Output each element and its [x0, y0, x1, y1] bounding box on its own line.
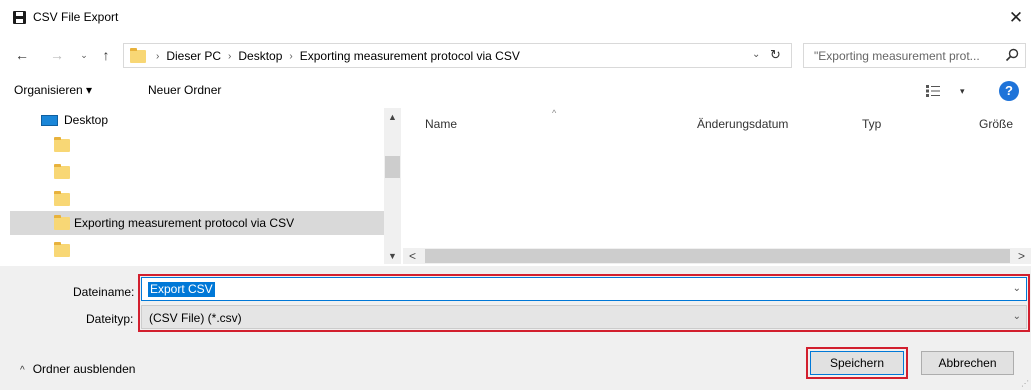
filename-label: Dateiname: [73, 285, 135, 299]
forward-arrow-icon[interactable]: → [49, 44, 65, 66]
up-arrow-icon[interactable]: ↑ [98, 44, 114, 66]
file-list-pane: ^ Name Änderungsdatum Typ Größe [403, 108, 1031, 248]
tree-item-desktop[interactable]: Desktop [10, 108, 384, 132]
scroll-thumb[interactable] [425, 249, 1010, 263]
folder-icon [54, 137, 70, 152]
breadcrumb-current-folder[interactable]: Exporting measurement protocol via CSV [300, 49, 520, 63]
column-header-name[interactable]: Name [425, 117, 457, 131]
tree-item-label: Exporting measurement protocol via CSV [74, 216, 295, 230]
scroll-thumb[interactable] [385, 156, 400, 178]
tree-item-folder[interactable] [10, 160, 384, 184]
save-options-area: Dateiname: Dateityp: Export CSV ⌄ (CSV F… [0, 266, 1031, 390]
fields-highlight-frame [138, 274, 1030, 332]
scroll-right-icon[interactable]: > [1018, 249, 1025, 263]
new-folder-button[interactable]: Neuer Ordner [148, 83, 221, 97]
scroll-down-icon[interactable]: ▼ [388, 251, 397, 261]
chevron-up-icon: ^ [20, 365, 25, 376]
breadcrumb-separator: › [156, 50, 160, 62]
tree-item-folder[interactable] [10, 238, 384, 262]
tree-item-folder[interactable] [10, 187, 384, 211]
window-title: CSV File Export [33, 10, 119, 24]
close-button[interactable]: ✕ [1001, 4, 1031, 32]
column-header-date[interactable]: Änderungsdatum [697, 117, 788, 131]
folder-icon [130, 48, 146, 63]
folder-icon [54, 215, 70, 230]
search-icon[interactable] [1005, 48, 1019, 62]
save-disk-icon [13, 11, 26, 24]
tree-item-label: Desktop [64, 113, 109, 127]
navigation-pane: Desktop Exporting measurement protocol v… [10, 108, 384, 264]
search-input[interactable]: "Exporting measurement prot... [803, 43, 1026, 68]
tree-item-folder[interactable] [10, 133, 384, 157]
column-header-type[interactable]: Typ [862, 117, 881, 131]
breadcrumb-separator: › [289, 50, 293, 62]
view-dropdown-icon[interactable]: ▾ [960, 86, 965, 97]
breadcrumb-dieser-pc[interactable]: Dieser PC [166, 49, 221, 63]
hide-folders-label: Ordner ausblenden [32, 362, 136, 376]
breadcrumb-desktop[interactable]: Desktop [238, 49, 282, 63]
sort-ascending-icon: ^ [552, 108, 557, 118]
address-bar[interactable]: › Dieser PC › Desktop › Exporting measur… [123, 43, 792, 68]
command-toolbar: Organisieren ▾ Neuer Ordner ▾ ? [0, 77, 1031, 105]
file-list-horizontal-scrollbar[interactable]: < > [403, 248, 1031, 264]
chevron-down-icon[interactable]: ⌄ [752, 49, 760, 60]
tree-vertical-scrollbar[interactable]: ▲ ▼ [384, 108, 401, 264]
refresh-icon[interactable]: ↻ [770, 47, 781, 63]
column-header-size[interactable]: Größe [979, 117, 1013, 131]
breadcrumb-separator: › [228, 50, 232, 62]
scroll-up-icon[interactable]: ▲ [388, 112, 397, 122]
folder-icon [54, 164, 70, 179]
folder-icon [54, 242, 70, 257]
desktop-icon [41, 115, 58, 126]
tree-item-exporting-folder[interactable]: Exporting measurement protocol via CSV [10, 211, 384, 235]
back-arrow-icon[interactable]: ← [14, 44, 30, 66]
hide-folders-toggle[interactable]: ^ Ordner ausblenden [20, 362, 135, 376]
save-button[interactable]: Speichern [810, 351, 904, 375]
help-icon[interactable]: ? [999, 81, 1019, 101]
resize-grip-icon[interactable]: ⋰ [1021, 379, 1029, 388]
filetype-label: Dateityp: [86, 312, 134, 326]
view-options-icon[interactable] [926, 85, 940, 97]
search-placeholder: "Exporting measurement prot... [814, 49, 980, 63]
navigation-bar: ← → ⌄ ↑ › Dieser PC › Desktop › Exportin… [0, 40, 1031, 72]
breadcrumb: › Dieser PC › Desktop › Exporting measur… [149, 49, 520, 63]
scroll-left-icon[interactable]: < [409, 249, 416, 263]
recent-locations-icon[interactable]: ⌄ [78, 44, 90, 66]
folder-icon [54, 191, 70, 206]
cancel-button[interactable]: Abbrechen [921, 351, 1014, 375]
title-bar: CSV File Export ✕ [0, 0, 1031, 38]
organize-button[interactable]: Organisieren ▾ [14, 83, 92, 97]
